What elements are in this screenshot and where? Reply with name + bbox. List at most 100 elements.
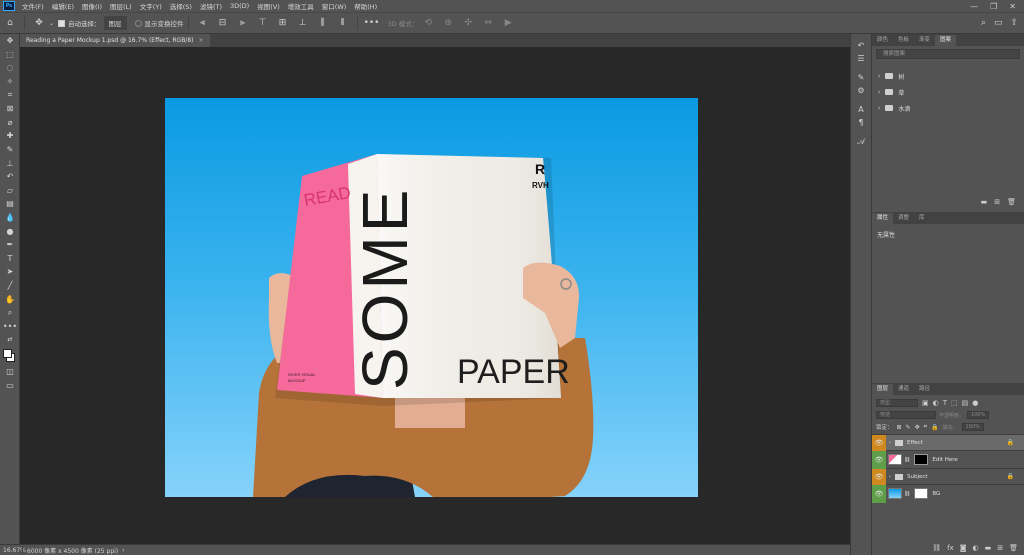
- align-right-icon[interactable]: ⫸: [236, 16, 250, 30]
- eraser-tool-icon[interactable]: ▱: [0, 184, 20, 198]
- swap-colors-icon[interactable]: ⇄: [0, 333, 20, 347]
- quick-mask-icon[interactable]: ◫: [0, 365, 20, 379]
- layer-style-icon[interactable]: fx: [947, 544, 954, 552]
- filter-pixel-icon[interactable]: ▣: [922, 399, 929, 407]
- menu-image[interactable]: 图像(I): [78, 1, 106, 11]
- zoom-tool-icon[interactable]: ⌕: [0, 306, 20, 320]
- distribute-v-icon[interactable]: ⦀: [336, 16, 350, 30]
- marquee-tool-icon[interactable]: ⬚: [0, 48, 20, 62]
- distribute-icon[interactable]: ⫼: [316, 16, 330, 30]
- filter-toggle-icon[interactable]: ●: [972, 399, 978, 407]
- link-layers-icon[interactable]: ⛓: [932, 544, 941, 552]
- lock-pixels-icon[interactable]: ✎: [906, 424, 911, 431]
- menu-select[interactable]: 选择(S): [166, 1, 196, 11]
- zoom-level[interactable]: 16.67%: [0, 547, 26, 554]
- clone-stamp-icon[interactable]: ⊥: [0, 156, 20, 170]
- chevron-right-icon[interactable]: ›: [878, 89, 880, 96]
- menu-layer[interactable]: 图层(L): [106, 1, 136, 11]
- history-panel-icon[interactable]: ↶: [851, 39, 871, 52]
- status-arrow-icon[interactable]: ›: [122, 547, 124, 554]
- home-icon[interactable]: ⌂: [3, 16, 17, 30]
- chevron-right-icon[interactable]: ›: [878, 105, 880, 112]
- adjustment-layer-icon[interactable]: ◐: [973, 544, 979, 552]
- pattern-search-input[interactable]: 搜索图案: [876, 49, 1020, 59]
- 3d-pan-icon[interactable]: ✣: [461, 16, 475, 30]
- hand-tool-icon[interactable]: ✋: [0, 292, 20, 306]
- menu-edit[interactable]: 编辑(E): [48, 1, 78, 11]
- new-group-icon[interactable]: ▬: [985, 544, 992, 552]
- align-center-h-icon[interactable]: ⊟: [216, 16, 230, 30]
- layer-kind-filter[interactable]: 类型: [876, 399, 918, 407]
- maximize-icon[interactable]: ❐: [990, 2, 997, 11]
- tab-patterns[interactable]: 图案: [935, 35, 957, 46]
- tab-layers[interactable]: 图层: [872, 384, 894, 395]
- new-group-icon[interactable]: ▬: [981, 198, 988, 206]
- share-icon[interactable]: ⇪: [1010, 18, 1018, 28]
- layer-mask-thumbnail[interactable]: [914, 454, 929, 465]
- menu-help[interactable]: 帮助(H): [350, 1, 381, 11]
- filter-type-icon[interactable]: T: [943, 399, 947, 407]
- menu-type[interactable]: 文字(Y): [136, 1, 166, 11]
- color-swatches[interactable]: [0, 347, 20, 365]
- align-middle-icon[interactable]: ⊞: [276, 16, 290, 30]
- auto-select-dropdown[interactable]: 图层: [103, 16, 127, 30]
- tab-adjustments[interactable]: 调整: [893, 213, 914, 224]
- gradient-tool-icon[interactable]: ▤: [0, 197, 20, 211]
- menu-filter[interactable]: 滤镜(T): [196, 1, 226, 11]
- filter-shape-icon[interactable]: ⬚: [951, 399, 958, 407]
- layer-row-subject[interactable]: 👁 › Subject 🔒: [872, 468, 1024, 485]
- filter-adjust-icon[interactable]: ◐: [933, 399, 939, 407]
- visibility-eye-icon[interactable]: 👁: [872, 468, 886, 485]
- move-tool-icon[interactable]: ✥: [32, 16, 46, 30]
- lock-transparent-icon[interactable]: ⊠: [897, 424, 902, 431]
- screen-mode-icon[interactable]: ▭: [0, 378, 20, 392]
- path-select-icon[interactable]: ➤: [0, 265, 20, 279]
- lasso-tool-icon[interactable]: ◌: [0, 61, 20, 75]
- lock-artboard-icon[interactable]: ⌗: [924, 423, 927, 431]
- edit-toolbar-icon[interactable]: •••: [0, 319, 20, 333]
- dodge-tool-icon[interactable]: ●: [0, 224, 20, 238]
- pattern-group-grass[interactable]: › 草: [872, 84, 1024, 100]
- menu-view[interactable]: 视图(V): [253, 1, 284, 11]
- eyedropper-icon[interactable]: ⌀: [0, 116, 20, 130]
- blur-tool-icon[interactable]: 💧: [0, 211, 20, 225]
- minimize-icon[interactable]: —: [970, 2, 978, 11]
- align-left-icon[interactable]: ⫷: [196, 16, 210, 30]
- chevron-right-icon[interactable]: ›: [889, 474, 891, 480]
- foreground-color-swatch[interactable]: [3, 348, 12, 358]
- workspace-icon[interactable]: ▭: [994, 18, 1003, 28]
- visibility-eye-icon[interactable]: 👁: [872, 484, 886, 503]
- filter-smart-icon[interactable]: ▤: [962, 399, 969, 407]
- add-mask-icon[interactable]: ◙: [960, 544, 967, 552]
- align-top-icon[interactable]: ⊤: [256, 16, 270, 30]
- 3d-roll-icon[interactable]: ⊛: [441, 16, 455, 30]
- paragraph-panel-icon[interactable]: ¶: [851, 116, 871, 129]
- pattern-group-tree[interactable]: › 树: [872, 68, 1024, 84]
- bg-layer-thumbnail[interactable]: [888, 488, 902, 499]
- lock-all-icon[interactable]: 🔒: [931, 424, 938, 431]
- brush-settings-icon[interactable]: ✎: [851, 71, 871, 84]
- show-transform-checkbox[interactable]: [134, 19, 142, 27]
- layer-row-effect[interactable]: 👁 › Effect 🔒: [872, 434, 1024, 451]
- menu-plugins[interactable]: 增效工具: [284, 1, 318, 11]
- menu-3d[interactable]: 3D(D): [226, 2, 253, 10]
- visibility-eye-icon[interactable]: 👁: [872, 434, 886, 451]
- tab-libraries[interactable]: 库: [914, 213, 930, 224]
- close-icon[interactable]: ✕: [1009, 2, 1016, 11]
- magic-wand-icon[interactable]: ✧: [0, 75, 20, 89]
- photoshop-logo-icon[interactable]: Ps: [3, 1, 15, 11]
- document-canvas[interactable]: SOME READ PAPER R RVH RIVER VISUAL MOCKU…: [165, 98, 698, 497]
- chevron-right-icon[interactable]: ›: [878, 73, 880, 80]
- layer-row-bg[interactable]: 👁 ⛓ BG: [872, 484, 1024, 503]
- tab-paths[interactable]: 路径: [914, 384, 935, 395]
- link-icon[interactable]: ⛓: [904, 457, 910, 463]
- tab-gradients[interactable]: 渐变: [914, 35, 935, 46]
- more-options-icon[interactable]: •••: [364, 16, 380, 30]
- layer-mask-thumbnail[interactable]: [914, 488, 929, 499]
- line-tool-icon[interactable]: ╱: [0, 279, 20, 293]
- new-pattern-icon[interactable]: ⊞: [994, 198, 1000, 206]
- chevron-down-icon[interactable]: ⌄: [49, 20, 54, 27]
- menu-file[interactable]: 文件(F): [18, 1, 48, 11]
- adjust-icon[interactable]: ⚙: [851, 84, 871, 97]
- fill-input[interactable]: 100%: [961, 423, 984, 431]
